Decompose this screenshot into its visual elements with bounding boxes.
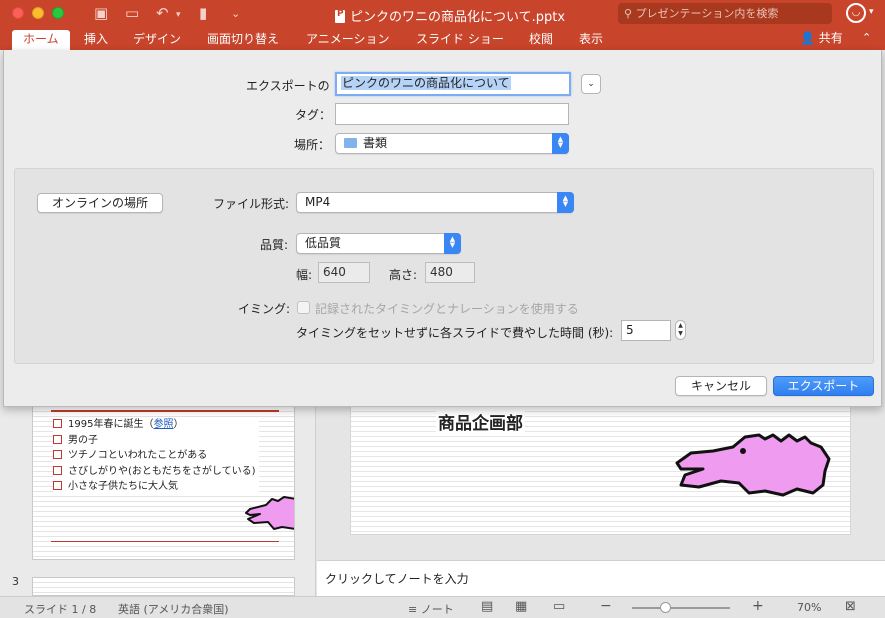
folder-icon bbox=[344, 138, 357, 148]
list-item: さびしがりや(おともだちをさがしている) bbox=[53, 463, 259, 479]
tab-slide-show[interactable]: スライド ショー bbox=[416, 30, 504, 50]
file-format-label: ファイル形式: bbox=[213, 197, 290, 211]
close-window-button[interactable] bbox=[12, 7, 24, 19]
zoom-level[interactable]: 70% bbox=[797, 601, 821, 614]
cancel-button[interactable]: キャンセル bbox=[675, 376, 767, 396]
tags-label: タグ： bbox=[295, 108, 332, 122]
tab-design[interactable]: デザイン bbox=[133, 30, 181, 50]
title-bar: ▣ ▭ ↶ ▾ ▮ ⌄ ピンクのワニの商品化について.pptx ⚲ プレゼンテー… bbox=[0, 0, 885, 27]
height-field: 480 bbox=[425, 262, 475, 283]
slide-heading[interactable]: 商品企画部 bbox=[436, 409, 525, 434]
feedback-smiley-icon[interactable]: ◡ bbox=[846, 3, 866, 23]
zoom-slider-knob[interactable] bbox=[660, 602, 671, 613]
thumbnail-header-line bbox=[51, 410, 279, 412]
updown-arrows-icon: ▲ ▼ bbox=[557, 192, 574, 213]
width-label: 幅: bbox=[296, 268, 313, 282]
undo-dropdown-icon[interactable]: ▾ bbox=[176, 7, 181, 24]
list-item: 小さな子供たちに大人気 bbox=[53, 479, 259, 495]
collapse-ribbon-icon[interactable]: ⌃ bbox=[862, 31, 871, 44]
updown-arrows-icon: ▲ ▼ bbox=[444, 233, 461, 254]
slide-thumbnail-2[interactable]: 1995年春に誕生（参照） 男の子 ツチノコといわれたことがある さびしがりや(… bbox=[32, 406, 295, 560]
tab-insert[interactable]: 挿入 bbox=[84, 30, 108, 50]
file-format-select[interactable]: MP4 ▲ ▼ bbox=[296, 192, 574, 213]
sidebar-toggle-icon[interactable]: ▣ bbox=[94, 5, 108, 22]
feedback-chevron-icon[interactable]: ▾ bbox=[869, 7, 874, 17]
quality-label: 品質: bbox=[260, 238, 289, 252]
export-dialog: エクスポートの ピンクのワニの商品化について ⌄ タグ： 場所： 書類 ▲ ▼ オ… bbox=[3, 50, 882, 407]
save-icon[interactable]: ▭ bbox=[125, 5, 139, 22]
redo-icon[interactable]: ▮ bbox=[199, 5, 207, 22]
normal-view-icon[interactable]: ▤ bbox=[481, 599, 493, 614]
zoom-in-button[interactable]: + bbox=[752, 598, 764, 614]
tab-review[interactable]: 校閲 bbox=[529, 30, 553, 50]
use-recorded-timings-label: 記録されたタイミングとナレーションを使用する bbox=[315, 302, 579, 316]
status-bar: スライド 1 / 8 英語 (アメリカ合衆国) ≡ ノート ▤ ▦ ▭ − + … bbox=[0, 596, 885, 618]
thumbnail-footer-line bbox=[51, 541, 279, 542]
search-placeholder: プレゼンテーション内を検索 bbox=[635, 7, 779, 20]
export-options-panel: オンラインの場所 ファイル形式: MP4 ▲ ▼ 品質: 低品質 ▲ ▼ 幅: 64… bbox=[14, 168, 874, 364]
document-title: ピンクのワニの商品化について.pptx bbox=[335, 6, 565, 25]
notes-toggle-button[interactable]: ≡ ノート bbox=[408, 601, 454, 617]
main-slide-canvas[interactable]: 商品企画部 bbox=[350, 406, 851, 535]
ribbon-tab-bar: ホーム 挿入 デザイン 画面切り替え アニメーション スライド ショー 校閲 表… bbox=[0, 27, 885, 50]
language-indicator[interactable]: 英語 (アメリカ合衆国) bbox=[118, 601, 229, 617]
quality-select[interactable]: 低品質 ▲ ▼ bbox=[296, 233, 461, 254]
zoom-out-button[interactable]: − bbox=[600, 598, 612, 614]
tab-view[interactable]: 表示 bbox=[579, 30, 603, 50]
fit-to-window-icon[interactable]: ⊠ bbox=[845, 599, 856, 614]
tab-animations[interactable]: アニメーション bbox=[306, 30, 390, 50]
tags-input[interactable] bbox=[335, 103, 569, 125]
use-recorded-timings-checkbox[interactable] bbox=[297, 301, 310, 314]
slide-sorter-view-icon[interactable]: ▦ bbox=[515, 599, 527, 614]
list-item: 男の子 bbox=[53, 432, 259, 448]
notes-icon: ≡ bbox=[408, 603, 418, 616]
chevron-down-icon: ⌄ bbox=[587, 79, 595, 89]
zoom-slider[interactable] bbox=[632, 607, 730, 609]
notes-pane[interactable]: クリックしてノートを入力 bbox=[317, 560, 885, 596]
seconds-per-slide-input[interactable]: 5 bbox=[621, 320, 671, 341]
export-button[interactable]: エクスポート bbox=[773, 376, 874, 396]
add-person-icon: 👤 bbox=[800, 31, 815, 45]
search-presentation-field[interactable]: ⚲ プレゼンテーション内を検索 bbox=[618, 3, 832, 24]
updown-arrows-icon: ▲ ▼ bbox=[552, 133, 569, 154]
timing-label: イミング: bbox=[238, 302, 291, 316]
location-label: 場所： bbox=[294, 138, 331, 152]
notes-placeholder[interactable]: クリックしてノートを入力 bbox=[325, 570, 469, 587]
export-as-label: エクスポートの bbox=[246, 79, 330, 93]
pink-crocodile-image[interactable] bbox=[673, 431, 831, 499]
minimize-window-button[interactable] bbox=[32, 7, 44, 19]
width-field: 640 bbox=[318, 262, 370, 283]
online-locations-button[interactable]: オンラインの場所 bbox=[37, 193, 163, 213]
expand-dialog-button[interactable]: ⌄ bbox=[581, 74, 601, 94]
reference-link[interactable]: 参照 bbox=[153, 419, 173, 430]
tab-transitions[interactable]: 画面切り替え bbox=[207, 30, 279, 50]
slide-number-3: 3 bbox=[12, 575, 19, 588]
crocodile-eye bbox=[740, 448, 746, 454]
thumbnail-bullet-list: 1995年春に誕生（参照） 男の子 ツチノコといわれたことがある さびしがりや(… bbox=[53, 417, 259, 495]
reading-view-icon[interactable]: ▭ bbox=[553, 599, 565, 614]
slide-thumbnail-3[interactable] bbox=[32, 577, 295, 596]
customize-toolbar-icon[interactable]: ⌄ bbox=[231, 5, 240, 22]
zoom-window-button[interactable] bbox=[52, 7, 64, 19]
seconds-per-slide-label: タイミングをセットせずに各スライドで費やした時間 (秒): bbox=[296, 326, 614, 340]
share-button[interactable]: 👤 共有 bbox=[800, 30, 843, 46]
pink-crocodile-thumbnail-image bbox=[245, 496, 294, 530]
undo-icon[interactable]: ↶ bbox=[156, 5, 169, 22]
export-as-input[interactable]: ピンクのワニの商品化について bbox=[335, 72, 571, 96]
slide-indicator: スライド 1 / 8 bbox=[24, 603, 97, 616]
height-label: 高さ: bbox=[389, 268, 418, 282]
list-item: 1995年春に誕生（参照） bbox=[53, 417, 259, 433]
location-select[interactable]: 書類 ▲ ▼ bbox=[335, 133, 569, 154]
seconds-stepper[interactable]: ▲ ▼ bbox=[675, 320, 686, 340]
pptx-file-icon bbox=[335, 9, 345, 23]
list-item: ツチノコといわれたことがある bbox=[53, 448, 259, 464]
tab-home[interactable]: ホーム bbox=[12, 30, 70, 50]
search-icon: ⚲ bbox=[624, 7, 633, 20]
